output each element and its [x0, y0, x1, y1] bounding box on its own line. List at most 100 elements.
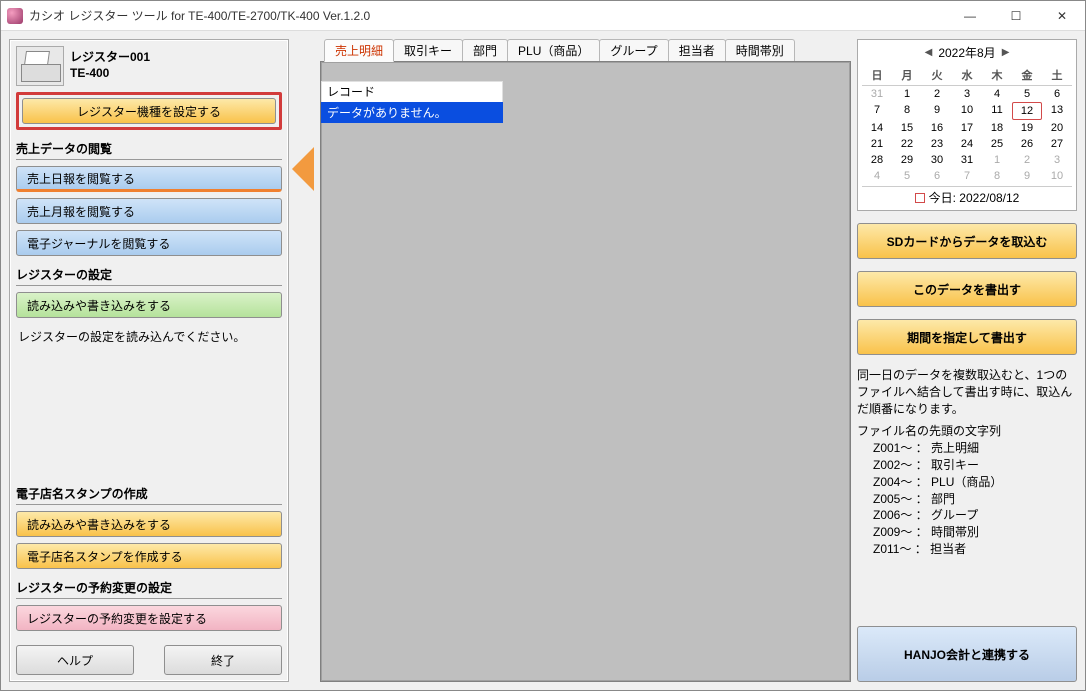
- calendar-day[interactable]: 7: [952, 168, 982, 184]
- register-block: レジスター001 TE-400: [16, 46, 282, 86]
- calendar-day[interactable]: 31: [952, 152, 982, 168]
- hanjo-link-button[interactable]: HANJO会計と連携する: [857, 626, 1077, 682]
- calendar-day[interactable]: 14: [862, 120, 892, 136]
- close-button[interactable]: ✕: [1039, 1, 1085, 30]
- app-icon: [7, 8, 23, 24]
- section-reserve: レジスターの予約変更の設定: [16, 579, 282, 599]
- calendar-day[interactable]: 30: [922, 152, 952, 168]
- tab-sales-detail[interactable]: 売上明細: [324, 39, 394, 62]
- view-monthly-sales-button[interactable]: 売上月報を閲覧する: [16, 198, 282, 224]
- calendar-day[interactable]: 13: [1042, 102, 1072, 120]
- calendar-day[interactable]: 21: [862, 136, 892, 152]
- calendar-day[interactable]: 5: [1012, 86, 1042, 102]
- calendar-dow: 金: [1012, 65, 1042, 86]
- calendar-today-line[interactable]: 今日: 2022/08/12: [862, 186, 1072, 206]
- tab-plu[interactable]: PLU（商品）: [507, 39, 600, 61]
- calendar-day[interactable]: 1: [982, 152, 1012, 168]
- register-icon: [16, 46, 64, 86]
- set-model-button[interactable]: レジスター機種を設定する: [22, 98, 276, 124]
- calendar-day[interactable]: 8: [982, 168, 1012, 184]
- calendar-day[interactable]: 23: [922, 136, 952, 152]
- calendar-day[interactable]: 19: [1012, 120, 1042, 136]
- calendar-day[interactable]: 2: [1012, 152, 1042, 168]
- help-button[interactable]: ヘルプ: [16, 645, 134, 675]
- file-prefix-item: Z004～ ： PLU（商品）: [857, 474, 1077, 491]
- calendar-day[interactable]: 28: [862, 152, 892, 168]
- right-note: 同一日のデータを複数取込むと、1つのファイルへ結合して書出す時に、取込んだ順番に…: [857, 367, 1077, 417]
- section-settings: レジスターの設定: [16, 266, 282, 286]
- calendar-day[interactable]: 20: [1042, 120, 1072, 136]
- window-controls: — ☐ ✕: [947, 1, 1085, 30]
- calendar-day[interactable]: 29: [892, 152, 922, 168]
- content: レジスター001 TE-400 レジスター機種を設定する 売上データの閲覧 売上…: [1, 31, 1085, 690]
- calendar-day[interactable]: 3: [1042, 152, 1072, 168]
- calendar-day[interactable]: 5: [892, 168, 922, 184]
- exit-button[interactable]: 終了: [164, 645, 282, 675]
- tab-group[interactable]: グループ: [599, 39, 668, 61]
- calendar-day[interactable]: 11: [982, 102, 1012, 120]
- calendar-day[interactable]: 25: [982, 136, 1012, 152]
- calendar-day[interactable]: 10: [1042, 168, 1072, 184]
- calendar-day[interactable]: 9: [1012, 168, 1042, 184]
- record-header: レコード: [321, 81, 503, 102]
- export-range-button[interactable]: 期間を指定して書出す: [857, 319, 1077, 355]
- calendar-day[interactable]: 6: [922, 168, 952, 184]
- calendar-day[interactable]: 10: [952, 102, 982, 120]
- tab-staff[interactable]: 担当者: [668, 39, 726, 61]
- tab-department[interactable]: 部門: [462, 39, 508, 61]
- file-prefix-item: Z011～ ： 担当者: [857, 541, 1077, 558]
- calendar-day[interactable]: 4: [982, 86, 1012, 102]
- calendar-day[interactable]: 16: [922, 120, 952, 136]
- titlebar: カシオ レジスター ツール for TE-400/TE-2700/TK-400 …: [1, 1, 1085, 31]
- calendar-day[interactable]: 27: [1042, 136, 1072, 152]
- view-daily-sales-button[interactable]: 売上日報を閲覧する: [16, 166, 282, 192]
- arrow-left-icon: [292, 147, 314, 191]
- calendar-day[interactable]: 17: [952, 120, 982, 136]
- settings-hint: レジスターの設定を読み込んでください。: [16, 324, 282, 349]
- calendar-day[interactable]: 8: [892, 102, 922, 120]
- file-prefix-list: Z001～ ： 売上明細Z002～ ： 取引キーZ004～ ： PLU（商品） Z…: [857, 440, 1077, 558]
- export-button[interactable]: このデータを書出す: [857, 271, 1077, 307]
- calendar-dow: 木: [982, 65, 1012, 86]
- calendar-day[interactable]: 3: [952, 86, 982, 102]
- calendar-day[interactable]: 15: [892, 120, 922, 136]
- calendar-today-label: 今日: 2022/08/12: [929, 189, 1020, 206]
- file-prefix-item: Z002～ ： 取引キー: [857, 457, 1077, 474]
- calendar-next-button[interactable]: ▶: [1002, 47, 1010, 58]
- calendar-day[interactable]: 26: [1012, 136, 1042, 152]
- calendar-day[interactable]: 22: [892, 136, 922, 152]
- reserve-set-button[interactable]: レジスターの予約変更を設定する: [16, 605, 282, 631]
- calendar-prev-button[interactable]: ◀: [925, 47, 933, 58]
- calendar-day[interactable]: 7: [862, 102, 892, 120]
- viewer: レコード データがありません。: [320, 61, 851, 682]
- sd-import-button[interactable]: SDカードからデータを取込む: [857, 223, 1077, 259]
- stamp-readwrite-button[interactable]: 読み込みや書き込みをする: [16, 511, 282, 537]
- file-prefix-item: Z001～ ： 売上明細: [857, 440, 1077, 457]
- calendar-day[interactable]: 9: [922, 102, 952, 120]
- right-pane: ◀ 2022年8月 ▶ 日月火水木金土311234567891011121314…: [857, 39, 1077, 682]
- calendar-day[interactable]: 12: [1012, 102, 1042, 120]
- calendar-day[interactable]: 2: [922, 86, 952, 102]
- calendar-day[interactable]: 6: [1042, 86, 1072, 102]
- stamp-create-button[interactable]: 電子店名スタンプを作成する: [16, 543, 282, 569]
- calendar-day[interactable]: 24: [952, 136, 982, 152]
- view-ejournal-button[interactable]: 電子ジャーナルを閲覧する: [16, 230, 282, 256]
- sidebar: レジスター001 TE-400 レジスター機種を設定する 売上データの閲覧 売上…: [9, 39, 289, 682]
- sidebar-spacer: [16, 355, 282, 475]
- calendar-title: 2022年8月: [938, 44, 995, 61]
- tab-transaction-key[interactable]: 取引キー: [393, 39, 463, 61]
- calendar-dow: 火: [922, 65, 952, 86]
- file-prefix-head: ファイル名の先頭の文字列: [857, 423, 1077, 440]
- calendar-day[interactable]: 4: [862, 168, 892, 184]
- today-indicator-icon: [915, 193, 925, 203]
- calendar-day[interactable]: 18: [982, 120, 1012, 136]
- tab-time-band[interactable]: 時間帯別: [725, 39, 795, 61]
- register-model: TE-400: [70, 66, 150, 82]
- minimize-button[interactable]: —: [947, 1, 993, 30]
- calendar-day[interactable]: 31: [862, 86, 892, 102]
- calendar-day[interactable]: 1: [892, 86, 922, 102]
- maximize-button[interactable]: ☐: [993, 1, 1039, 30]
- calendar-dow: 水: [952, 65, 982, 86]
- calendar-header: ◀ 2022年8月 ▶: [862, 44, 1072, 61]
- settings-readwrite-button[interactable]: 読み込みや書き込みをする: [16, 292, 282, 318]
